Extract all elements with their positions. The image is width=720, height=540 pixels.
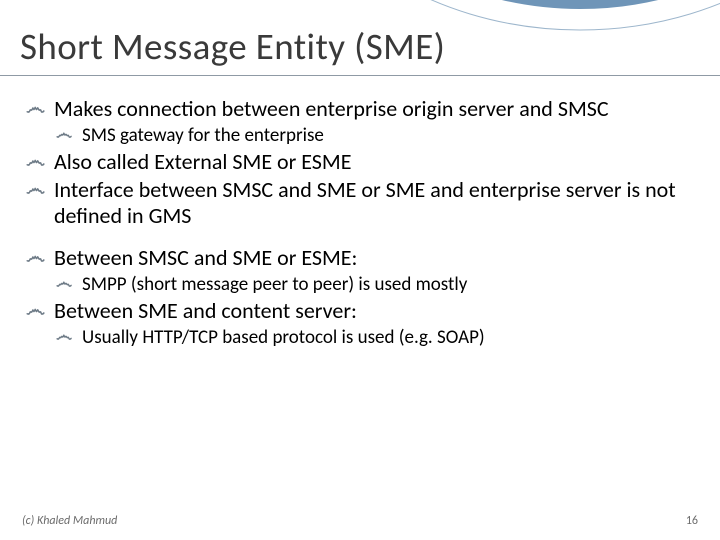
bullet-text: SMPP (short message peer to peer) is use… bbox=[82, 273, 467, 296]
swirl-icon: ෴ bbox=[56, 272, 72, 293]
slide-body: ෴ Makes connection between enterprise or… bbox=[22, 96, 698, 351]
bullet-text: Makes connection between enterprise orig… bbox=[54, 95, 609, 122]
bullet-text: SMS gateway for the enterprise bbox=[82, 124, 324, 147]
title-underline bbox=[0, 75, 720, 76]
swirl-icon: ෴ bbox=[26, 96, 45, 120]
bullet-text: Between SMSC and SME or ESME: bbox=[54, 244, 357, 271]
bullet-1: ෴ Makes connection between enterprise or… bbox=[22, 96, 698, 123]
swirl-icon: ෴ bbox=[26, 177, 45, 201]
bullet-text: Usually HTTP/TCP based protocol is used … bbox=[82, 326, 485, 349]
bullet-2: ෴ Also called External SME or ESME bbox=[22, 149, 698, 176]
swirl-icon: ෴ bbox=[56, 325, 72, 346]
bullet-1a: ෴ SMS gateway for the enterprise bbox=[22, 124, 698, 148]
bullet-4a: ෴ SMPP (short message peer to peer) is u… bbox=[22, 273, 698, 297]
bullet-text: Also called External SME or ESME bbox=[54, 148, 351, 175]
slide-title: Short Message Entity (SME) bbox=[20, 24, 445, 69]
bullet-5a: ෴ Usually HTTP/TCP based protocol is use… bbox=[22, 326, 698, 350]
bullet-text: Between SME and content server: bbox=[54, 297, 357, 324]
bullet-3: ෴ Interface between SMSC and SME or SME … bbox=[22, 177, 698, 231]
swirl-icon: ෴ bbox=[26, 298, 45, 322]
bullet-5: ෴ Between SME and content server: bbox=[22, 298, 698, 325]
slide-number: 16 bbox=[686, 514, 698, 528]
bullet-text: Interface between SMSC and SME or SME an… bbox=[54, 176, 676, 230]
swirl-icon: ෴ bbox=[26, 149, 45, 173]
bullet-4: ෴ Between SMSC and SME or ESME: bbox=[22, 245, 698, 272]
swirl-icon: ෴ bbox=[26, 245, 45, 269]
swirl-icon: ෴ bbox=[56, 123, 72, 144]
footer-copyright: (c) Khaled Mahmud bbox=[22, 514, 117, 528]
